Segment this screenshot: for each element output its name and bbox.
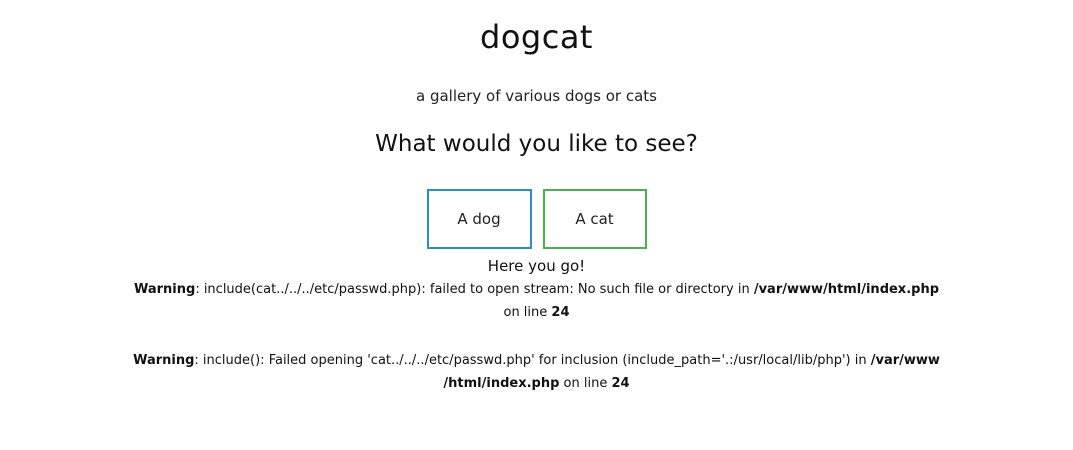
php-warning: Warning: include(): Failed opening 'cat.… — [0, 349, 1073, 395]
warning-label: Warning — [133, 353, 195, 368]
warning-line: on line 24 — [0, 301, 1073, 324]
warning-line: Warning: include(cat../../../etc/passwd.… — [0, 278, 1073, 301]
site-subtitle: a gallery of various dogs or cats — [416, 87, 657, 105]
prompt-heading: What would you like to see? — [375, 131, 698, 157]
page: dogcat a gallery of various dogs or cats… — [0, 0, 1073, 450]
php-warning: Warning: include(cat../../../etc/passwd.… — [0, 278, 1073, 324]
choice-buttons: A dog A cat — [0, 189, 1073, 249]
warning-line: Warning: include(): Failed opening 'cat.… — [0, 349, 1073, 372]
warning-message: : include(cat../../../etc/passwd.php): f… — [195, 282, 754, 297]
warning-line-number: 24 — [611, 376, 630, 391]
result-text: Here you go! — [487, 257, 586, 275]
warning-label: Warning — [133, 282, 196, 297]
warning-path: /var/www — [870, 353, 940, 368]
warning-line-text: on line — [559, 376, 612, 391]
warning-path: /var/www/html/index.php — [753, 282, 940, 297]
warning-line: /html/index.php on line 24 — [0, 372, 1073, 395]
warning-line-number: 24 — [551, 305, 570, 320]
cat-button[interactable]: A cat — [542, 189, 647, 249]
warning-path: /html/index.php — [443, 376, 560, 391]
dog-button[interactable]: A dog — [426, 189, 532, 249]
warning-line-text: on line — [503, 305, 552, 320]
warning-message: : include(): Failed opening 'cat../../..… — [194, 353, 871, 368]
site-title: dogcat — [480, 18, 593, 56]
